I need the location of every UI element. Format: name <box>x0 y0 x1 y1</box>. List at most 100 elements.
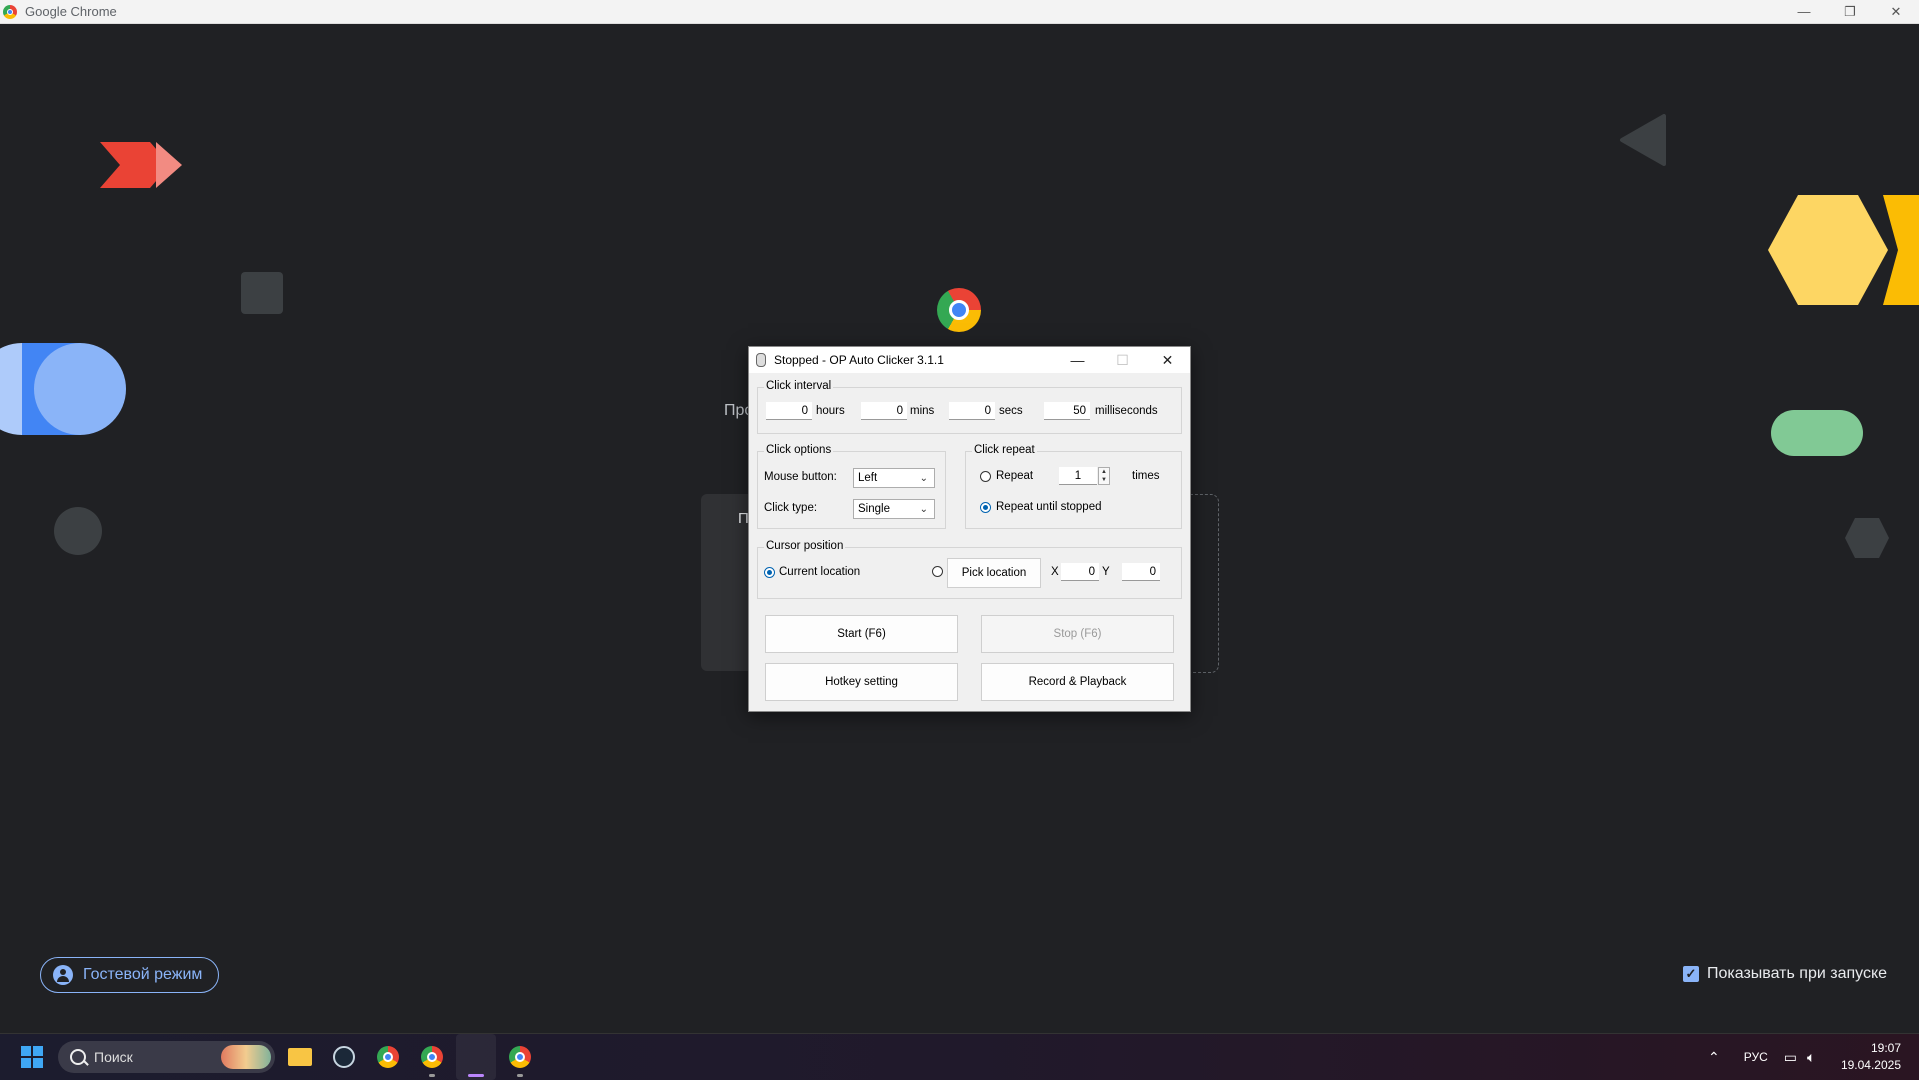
running-indicator <box>429 1074 435 1077</box>
hotkey-setting-button[interactable]: Hotkey setting <box>765 663 958 701</box>
volume-icon[interactable]: 🔈︎ <box>1807 1049 1815 1066</box>
repeat-until-stopped-radio[interactable] <box>980 502 991 513</box>
taskbar-chrome-profile[interactable] <box>412 1034 452 1080</box>
decor-grey-square-shape <box>241 272 283 314</box>
secs-label: secs <box>999 405 1023 417</box>
pick-location-button[interactable]: Pick location <box>947 558 1041 588</box>
decor-yellow-hexagons-shape <box>1768 195 1919 305</box>
autoclicker-minimize-button[interactable]: — <box>1055 347 1100 373</box>
mins-input[interactable]: 0 <box>861 402 907 420</box>
mins-label: mins <box>910 405 935 417</box>
milliseconds-input[interactable]: 50 <box>1044 402 1090 420</box>
guest-mode-button[interactable]: Гостевой режим <box>40 957 220 993</box>
taskbar-chrome-2[interactable] <box>500 1034 540 1080</box>
taskbar-autoclicker[interactable] <box>456 1034 496 1080</box>
click-interval-group: Click interval 0 hours 0 mins 0 secs 50 … <box>757 380 1182 434</box>
chrome-minimize-button[interactable]: — <box>1781 0 1827 23</box>
repeat-count-stepper[interactable]: ▲ ▼ <box>1098 467 1110 485</box>
milliseconds-label: milliseconds <box>1095 405 1158 417</box>
mouse-icon <box>756 353 766 367</box>
chrome-restore-button[interactable]: ❐ <box>1827 0 1873 23</box>
decor-grey-circle-shape <box>54 507 102 555</box>
active-indicator <box>468 1074 484 1077</box>
decor-grey-triangle-shape <box>1620 114 1666 166</box>
chevron-down-icon: ⌄ <box>919 473 928 484</box>
taskbar: Поиск ⌃ РУС ▭ 🔈︎ 19:07 19.04.2025 <box>0 1033 1919 1080</box>
record-playback-button[interactable]: Record & Playback <box>981 663 1174 701</box>
click-type-select[interactable]: Single ⌄ <box>853 499 935 519</box>
start-button[interactable]: Start (F6) <box>765 615 958 653</box>
x-coordinate-input[interactable]: 0 <box>1061 563 1099 581</box>
taskbar-file-explorer[interactable] <box>280 1034 320 1080</box>
chrome-close-button[interactable]: ✕ <box>1873 0 1919 23</box>
person-icon <box>53 965 73 985</box>
times-label: times <box>1132 470 1160 482</box>
cursor-position-label: Cursor position <box>764 540 846 552</box>
folder-icon <box>288 1048 312 1066</box>
repeat-label: Repeat <box>996 470 1034 482</box>
click-repeat-group: Click repeat Repeat 1 ▲ ▼ times Repeat un… <box>965 444 1182 529</box>
guest-mode-label: Гостевой режим <box>83 966 203 983</box>
network-icon[interactable]: ▭ <box>1784 1049 1797 1066</box>
clock-date: 19.04.2025 <box>1840 1058 1901 1072</box>
search-highlight-image <box>221 1045 271 1069</box>
chrome-logo-icon <box>3 4 17 19</box>
chrome-profile-icon <box>421 1046 443 1068</box>
hours-input[interactable]: 0 <box>766 402 812 420</box>
language-indicator[interactable]: РУС <box>1744 1050 1768 1064</box>
click-interval-label: Click interval <box>764 380 834 392</box>
y-label: Y <box>1102 566 1110 578</box>
y-coordinate-input[interactable]: 0 <box>1122 563 1160 581</box>
autoclicker-maximize-button[interactable]: ☐ <box>1100 347 1145 373</box>
steam-icon <box>333 1046 355 1068</box>
chrome-window-title: Google Chrome <box>25 4 117 19</box>
cursor-position-group: Cursor position Current location Pick lo… <box>757 540 1182 599</box>
checkbox-checked-icon: ✓ <box>1683 966 1699 982</box>
chrome-title-bar: Google Chrome — ❐ ✕ <box>0 0 1919 24</box>
taskbar-steam[interactable] <box>324 1034 364 1080</box>
current-location-label: Current location <box>779 566 861 578</box>
mouse-button-value: Left <box>858 472 878 484</box>
taskbar-chrome[interactable] <box>368 1034 408 1080</box>
taskbar-search[interactable]: Поиск <box>58 1041 275 1073</box>
chrome-icon <box>377 1046 399 1068</box>
hours-label: hours <box>816 405 845 417</box>
mouse-button-select[interactable]: Left ⌄ <box>853 468 935 488</box>
autoclicker-close-button[interactable]: ✕ <box>1145 347 1190 373</box>
windows-start-icon <box>21 1046 43 1068</box>
repeat-count-input[interactable]: 1 <box>1059 467 1097 485</box>
taskbar-search-placeholder: Поиск <box>94 1049 133 1065</box>
running-indicator <box>517 1074 523 1077</box>
stop-button[interactable]: Stop (F6) <box>981 615 1174 653</box>
decor-blue-circles-shape <box>0 343 126 435</box>
start-button[interactable] <box>12 1034 52 1080</box>
click-options-label: Click options <box>764 444 834 456</box>
click-type-value: Single <box>858 503 890 515</box>
current-location-radio[interactable] <box>764 567 775 578</box>
decor-grey-hexagon-shape <box>1845 518 1889 558</box>
repeat-until-stopped-label: Repeat until stopped <box>996 501 1102 513</box>
chrome-center-logo-icon <box>937 288 981 332</box>
clock-time: 19:07 <box>1870 1041 1901 1055</box>
autoclicker-title-bar[interactable]: Stopped - OP Auto Clicker 3.1.1 — ☐ ✕ <box>749 347 1190 373</box>
pick-location-radio[interactable] <box>932 566 943 577</box>
click-repeat-label: Click repeat <box>972 444 1037 456</box>
mouse-button-label: Mouse button: <box>764 471 837 483</box>
autoclicker-window: Stopped - OP Auto Clicker 3.1.1 — ☐ ✕ Cl… <box>748 346 1191 712</box>
secs-input[interactable]: 0 <box>949 402 995 420</box>
click-options-group: Click options Mouse button: Left ⌄ Click… <box>757 444 946 529</box>
repeat-radio[interactable] <box>980 471 991 482</box>
show-on-startup-label: Показывать при запуске <box>1707 965 1888 982</box>
decor-green-pills-shape <box>1771 410 1863 456</box>
system-clock[interactable]: 19:07 19.04.2025 <box>1841 1040 1901 1074</box>
chrome-window-controls: — ❐ ✕ <box>1781 0 1919 23</box>
show-on-startup-checkbox[interactable]: ✓ Показывать при запуске <box>1683 965 1887 983</box>
click-type-label: Click type: <box>764 502 818 514</box>
chrome-icon <box>509 1046 531 1068</box>
x-label: X <box>1051 566 1059 578</box>
show-hidden-icons-icon[interactable]: ⌃ <box>1708 1049 1720 1066</box>
search-icon <box>70 1049 86 1065</box>
chevron-down-icon: ⌄ <box>919 504 928 515</box>
decor-red-arrow-shape <box>100 142 182 188</box>
autoclicker-title: Stopped - OP Auto Clicker 3.1.1 <box>774 353 944 367</box>
